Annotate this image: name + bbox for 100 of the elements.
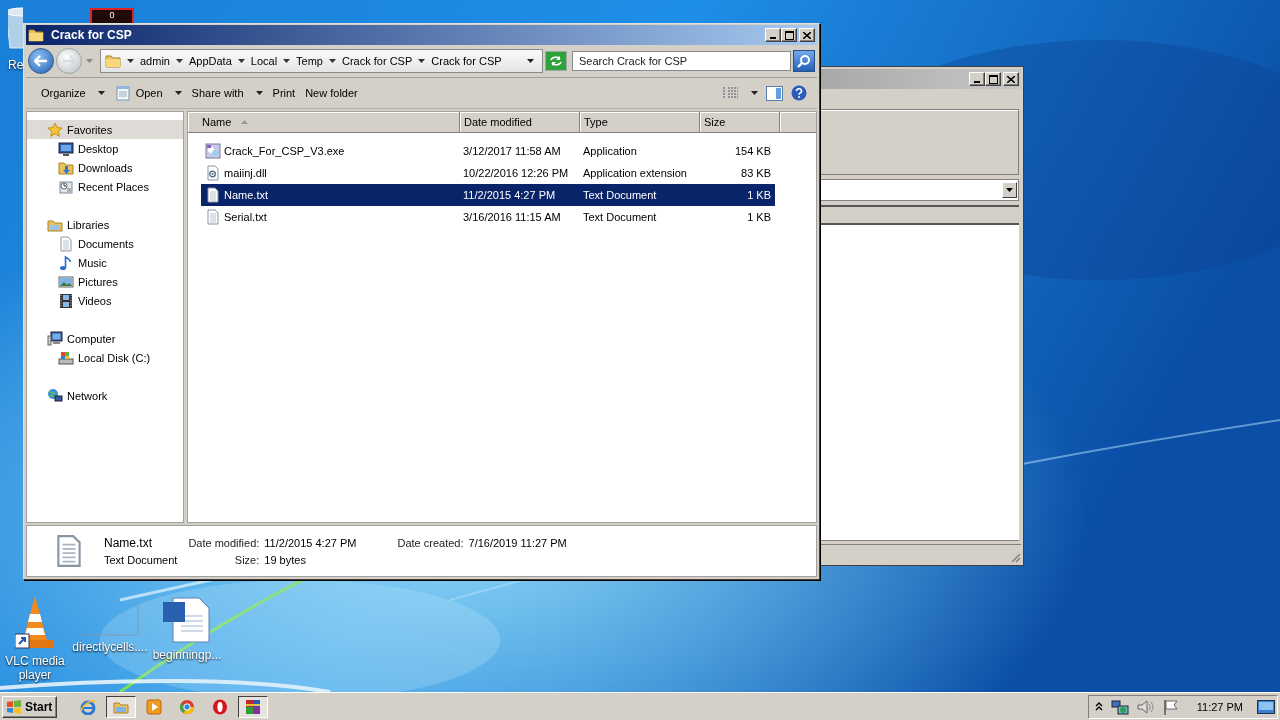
close-icon xyxy=(803,31,811,39)
table-cell-text: Text Document xyxy=(582,211,658,223)
file-row[interactable]: Serial.txt 3/16/2016 11:15 AM Text Document 1 KB xyxy=(201,206,775,228)
text-file-icon xyxy=(205,209,221,225)
application-icon xyxy=(205,143,221,159)
file-name: Name.txt xyxy=(224,189,268,201)
tray-icon-button[interactable] xyxy=(1162,698,1179,715)
maximize-icon xyxy=(988,74,998,84)
nav-item[interactable]: Downloads xyxy=(27,158,183,177)
gear-file-icon xyxy=(205,165,221,181)
refresh-button[interactable] xyxy=(545,51,567,71)
caret-icon xyxy=(85,59,93,63)
close-button[interactable] xyxy=(799,28,815,42)
thumbnail-icon xyxy=(81,600,139,636)
pictures-icon xyxy=(58,273,74,290)
opera-icon xyxy=(212,698,229,715)
nav-item[interactable]: Libraries xyxy=(27,215,183,234)
caret-icon xyxy=(751,91,758,95)
nav-item[interactable]: Favorites xyxy=(27,120,183,139)
monitor-icon xyxy=(1257,699,1275,714)
search-field[interactable]: Search Crack for CSP xyxy=(572,51,791,71)
resize-grip-icon xyxy=(1009,551,1021,563)
minimize-button[interactable] xyxy=(969,72,985,86)
table-cell-text: 83 KB xyxy=(740,167,772,179)
taskbar-button[interactable] xyxy=(106,695,137,718)
column-header[interactable]: Size xyxy=(700,112,780,133)
caret-icon xyxy=(175,59,183,63)
film-icon xyxy=(58,292,74,309)
file-row[interactable]: Crack_For_CSP_V3.exe 3/12/2017 11:58 AM Application 154 KB xyxy=(201,140,775,162)
file-row[interactable]: maiinj.dll 10/22/2016 12:26 PM Application extension 83 KB xyxy=(201,162,775,184)
toolbar-button[interactable]: Organize xyxy=(36,84,110,102)
breadcrumb[interactable]: Crack for CSP xyxy=(431,55,502,67)
file-type: Text Document xyxy=(104,554,178,566)
archive-icon xyxy=(245,698,262,715)
nav-item[interactable]: Computer xyxy=(27,329,183,348)
toolbar-button[interactable]: New folder xyxy=(300,84,363,102)
caret-icon xyxy=(283,59,291,63)
search-button[interactable] xyxy=(793,50,815,72)
caret-icon xyxy=(174,91,182,95)
show-desktop-button[interactable] xyxy=(1257,699,1275,714)
combo-box[interactable] xyxy=(820,179,1019,201)
back-arrow-icon xyxy=(34,55,48,67)
back-button[interactable] xyxy=(28,48,54,74)
clock: 11:27 PM xyxy=(1196,700,1243,713)
toolbar-button[interactable]: Print xyxy=(267,84,301,102)
breadcrumb[interactable]: admin xyxy=(140,55,170,67)
nav-item[interactable]: Network xyxy=(27,386,183,405)
browser-icon xyxy=(80,698,97,715)
nav-item[interactable]: Recent Places xyxy=(27,177,183,196)
tray-icon-button[interactable] xyxy=(1110,698,1129,715)
file-name: maiinj.dll xyxy=(224,167,267,179)
table-cell-text: 3/12/2017 11:58 AM xyxy=(462,145,562,157)
close-icon xyxy=(1007,75,1015,83)
notepad-icon xyxy=(114,85,131,101)
tray-icon-button[interactable] xyxy=(1136,698,1155,715)
file-name: Crack_For_CSP_V3.exe xyxy=(224,145,345,157)
start-button[interactable]: Start xyxy=(2,695,58,718)
table-cell-text: 10/22/2016 12:26 PM xyxy=(462,167,570,179)
desktop-icon-label: VLC media player xyxy=(4,654,66,682)
hard-disk-icon xyxy=(58,349,74,366)
file-row[interactable]: Name.txt 11/2/2015 4:27 PM Text Document 1 KB xyxy=(201,184,775,206)
column-header[interactable]: Type xyxy=(580,112,700,133)
breadcrumb[interactable]: Local xyxy=(250,55,278,67)
minimize-button[interactable] xyxy=(765,28,781,42)
breadcrumb[interactable]: Temp xyxy=(296,55,323,67)
table-cell-text: Application extension xyxy=(582,167,688,179)
detail-value: 7/16/2019 11:27 PM xyxy=(468,537,567,549)
column-header[interactable]: Date modified xyxy=(460,112,580,133)
search-icon xyxy=(797,54,811,68)
detail-label: Size: xyxy=(233,554,260,566)
nav-item[interactable]: Desktop xyxy=(27,139,183,158)
breadcrumb[interactable]: AppData xyxy=(188,55,232,67)
word-document-icon xyxy=(163,596,211,644)
sort-arrow-icon xyxy=(241,120,249,124)
nav-item[interactable]: Music xyxy=(27,253,183,272)
breadcrumb[interactable]: Crack for CSP xyxy=(342,55,413,67)
table-cell-text: Application xyxy=(582,145,638,157)
file-name: Serial.txt xyxy=(224,211,267,223)
caret-icon xyxy=(237,59,245,63)
taskbar-button[interactable] xyxy=(238,695,269,718)
toolbar-button[interactable]: Share with xyxy=(186,84,268,102)
column-header[interactable]: Name xyxy=(188,112,460,133)
dropdown-button[interactable] xyxy=(1002,182,1017,198)
network-icon xyxy=(1110,698,1129,715)
nav-item[interactable]: Pictures xyxy=(27,272,183,291)
address-bar[interactable]: admin AppData Local Temp Crack for CSP Crack for CSP xyxy=(100,49,543,73)
table-cell-text: 154 KB xyxy=(733,145,772,157)
maximize-icon xyxy=(784,30,794,40)
maximize-button[interactable] xyxy=(781,28,797,42)
maximize-button[interactable] xyxy=(985,72,1001,86)
nav-item[interactable]: Documents xyxy=(27,234,183,253)
toolbar-button[interactable]: Open xyxy=(109,82,187,104)
star-icon xyxy=(47,121,63,138)
show-hidden-icons-button[interactable] xyxy=(1094,702,1103,711)
recent-places-icon xyxy=(58,178,74,195)
nav-item[interactable]: Videos xyxy=(27,291,183,310)
caret-icon xyxy=(255,91,263,95)
window-title: Crack for CSP xyxy=(50,28,133,42)
close-button[interactable] xyxy=(1003,72,1019,86)
nav-item[interactable]: Local Disk (C:) xyxy=(27,348,183,367)
